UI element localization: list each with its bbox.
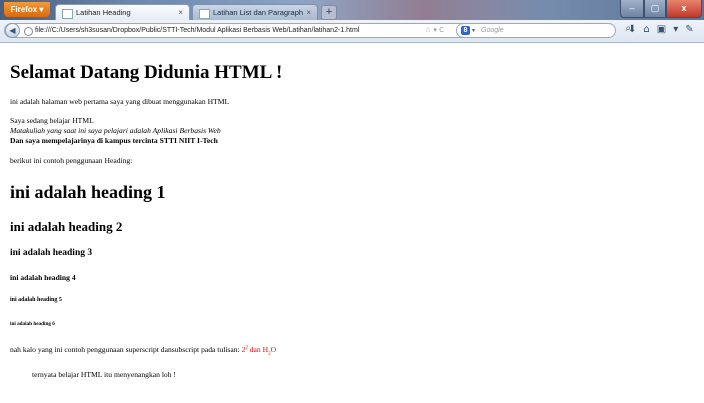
italic-line: Matakuliah yang saat ini saya pelajari a… [10,126,221,135]
heading-1: ini adalah heading 1 [10,182,166,202]
heading-3: ini adalah heading 3 [10,248,93,258]
search-engine-icon[interactable]: 8 [461,26,470,35]
navigation-toolbar: ◀ file:///C:/Users/sh3susan/Dropbox/Publ… [0,20,704,43]
superscript-example: 22 dan H2O [241,345,277,357]
intro-paragraph: ini adalah halaman web pertama saya yang… [10,97,230,106]
window-titlebar: Firefox ▾ Latihan Heading × Latihan List… [0,0,704,20]
download-icon[interactable]: ⬇ [628,24,636,35]
bold-line: Dan saya mempelajarinya di kampus tercin… [10,136,218,145]
home-icon[interactable]: ⌂ [643,24,649,35]
maximize-button[interactable]: ▢ [644,0,666,18]
firefox-menu-button[interactable]: Firefox ▾ [4,2,50,17]
tab-close-icon[interactable]: × [178,5,183,20]
chevron-down-icon[interactable]: ▾ [472,24,475,37]
page-favicon-icon [199,9,210,19]
chevron-down-icon[interactable]: ▾ [673,24,678,35]
new-tab-button[interactable]: + [321,5,337,20]
tab-latihan-list[interactable]: Latihan List dan Paragraph × [192,4,318,20]
supsub-text: nah kalo yang ini contoh penggunaan supe… [10,345,242,354]
site-identity-icon[interactable] [24,27,33,36]
addon-icon[interactable]: ✎ [685,24,693,35]
heading-6: ini adalah heading 6 [10,321,55,327]
page-content: Selamat Datang Didunia HTML ! ini adalah… [0,43,704,403]
window-controls: – ▢ x [620,0,702,18]
heading-intro: berikut ini contoh penggunaan Heading: [10,156,133,165]
heading-5: ini adalah heading 5 [10,297,62,303]
screen-icon[interactable]: ▣ [657,24,666,35]
closing-paragraph: ternyata belajar HTML itu menyenangkan l… [32,370,176,379]
search-box[interactable]: 8 ▾ Google ⌕ [456,23,631,38]
bookmark-reload-icons[interactable]: ☆ ▾ C [425,24,444,37]
page-favicon-icon [62,9,73,19]
heading-4: ini adalah heading 4 [10,273,76,282]
close-window-button[interactable]: x [666,0,702,18]
tab-label: Latihan List dan Paragraph [213,8,304,17]
search-input[interactable]: Google [481,24,504,37]
toolbar-icons: ⬇ ⌂ ▣ ▾ ✎ [628,24,694,35]
heading-2: ini adalah heading 2 [10,219,123,234]
minimize-button[interactable]: – [620,0,644,18]
tab-latihan-heading[interactable]: Latihan Heading × [55,4,190,20]
url-text[interactable]: file:///C:/Users/sh3susan/Dropbox/Public… [35,24,359,37]
tab-close-icon[interactable]: × [306,5,311,20]
supsub-paragraph: nah kalo yang ini contoh penggunaan supe… [10,345,276,357]
back-arrow-icon[interactable]: ◀ [5,23,20,38]
tab-label: Latihan Heading [76,8,131,17]
page-title: Selamat Datang Didunia HTML ! [10,62,283,83]
paragraph-line: Saya sedang belajar HTML [10,116,94,125]
